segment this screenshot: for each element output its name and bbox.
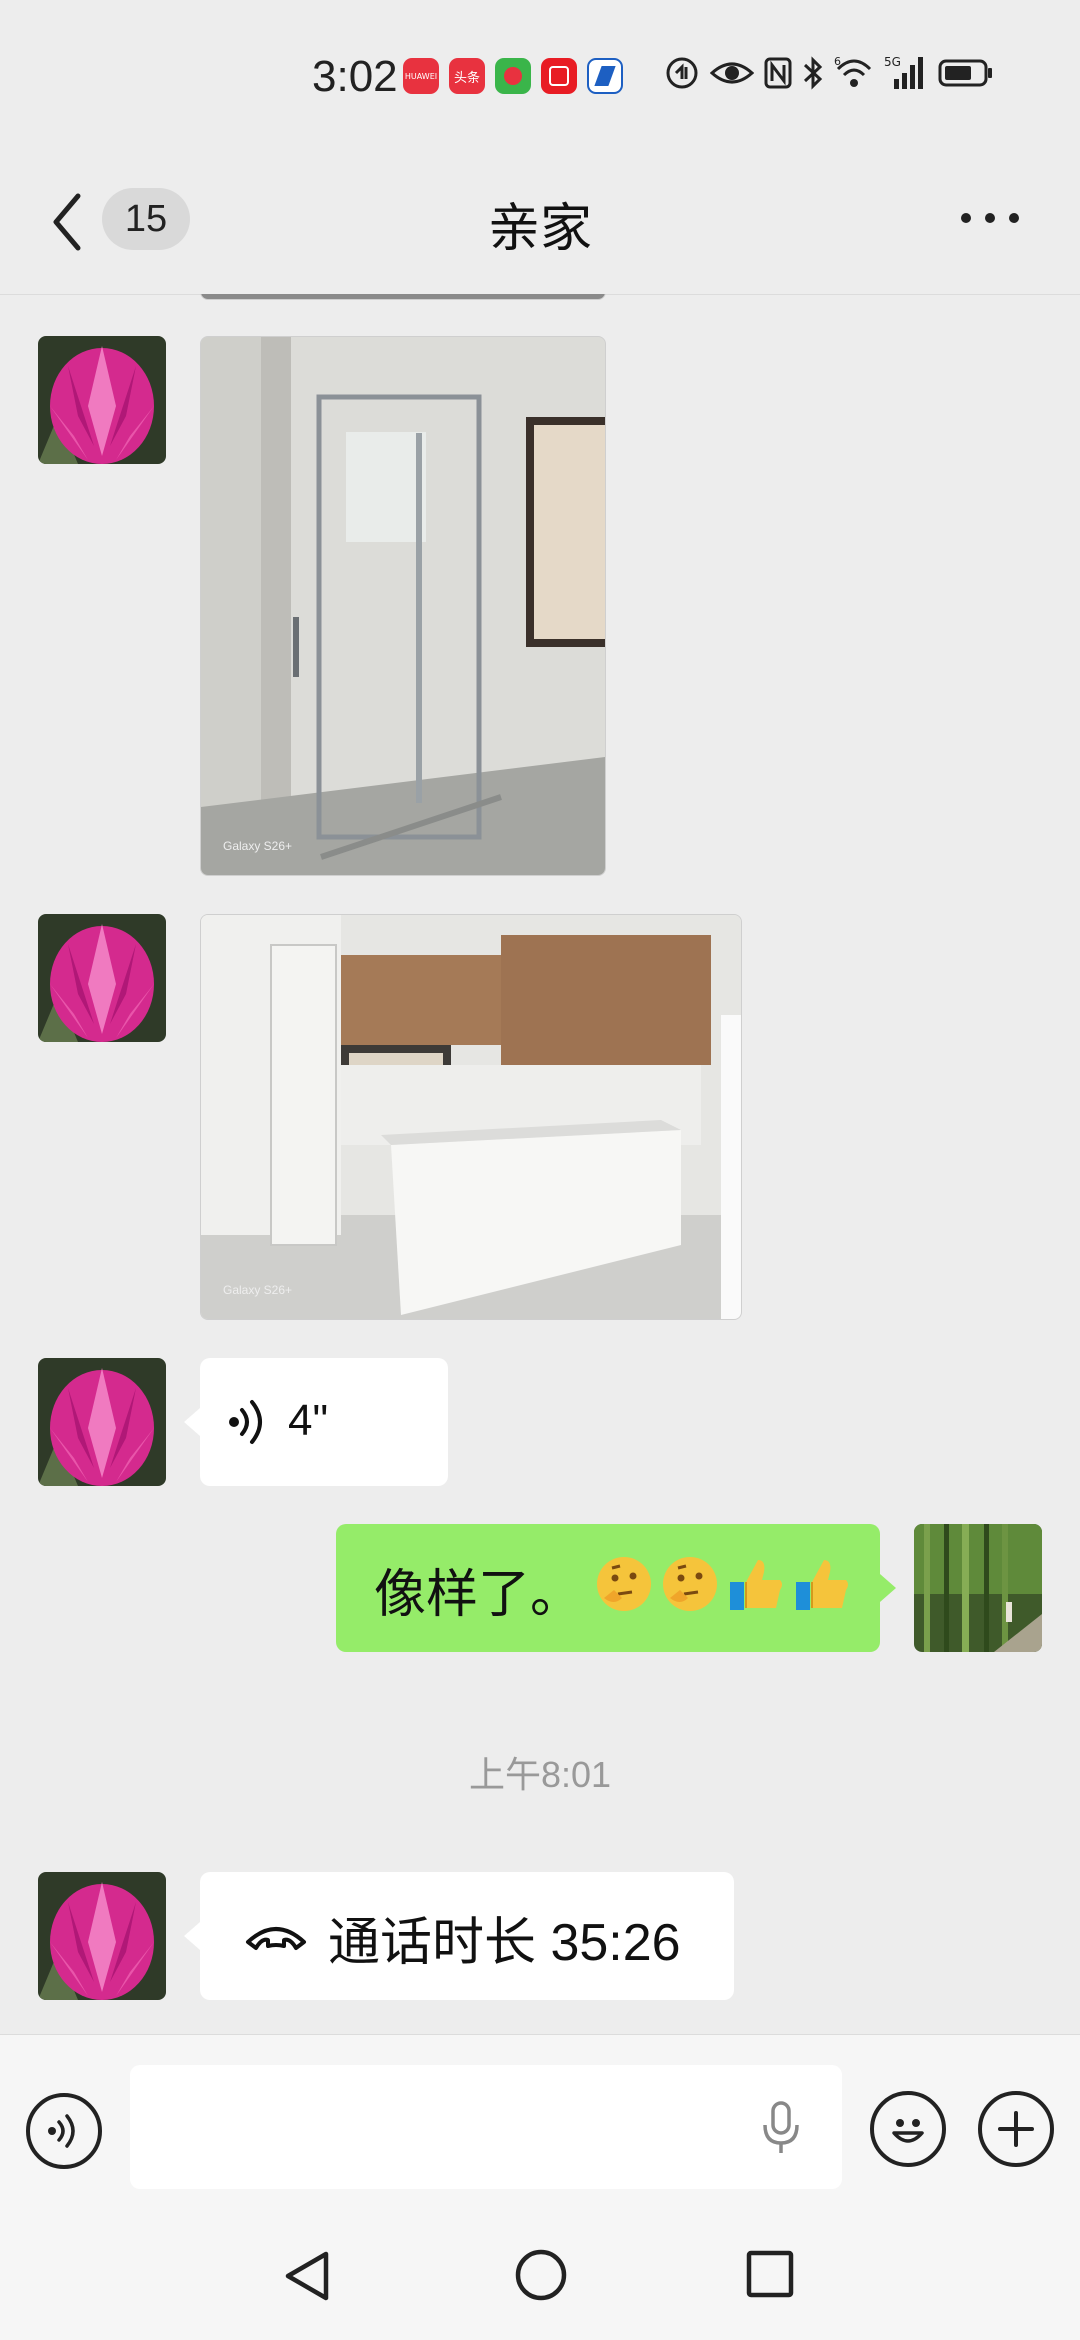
bluetooth-icon <box>803 56 823 90</box>
my-avatar[interactable] <box>914 1524 1042 1652</box>
svg-text:5G: 5G <box>884 55 901 69</box>
chat-header: 15 亲家 <box>0 150 1080 295</box>
toutiao-icon: 头条 <box>449 58 485 94</box>
battery-icon <box>938 59 992 87</box>
thumbs-up-icon <box>730 1560 782 1610</box>
bubble-tail <box>184 1408 200 1436</box>
voice-wave-icon <box>48 2114 75 2148</box>
kitchen-photo[interactable]: Galaxy S26+ <box>200 914 742 1320</box>
nfc-icon <box>764 57 792 89</box>
phone-hangup-icon <box>246 1927 306 1950</box>
app-green-icon <box>495 58 531 94</box>
data-saver-icon <box>666 57 698 89</box>
more-options-icon[interactable] <box>958 208 1022 228</box>
call-record-bubble[interactable]: 通话时长 35:26 <box>200 1872 734 2000</box>
message-input[interactable] <box>130 2065 842 2189</box>
message-text: 像样了。 <box>374 1566 583 1624</box>
input-bar <box>0 2034 1080 2215</box>
outgoing-message-bubble[interactable]: 像样了。 <box>336 1524 880 1652</box>
status-bar: 3:02 HUAWEI 头条 6 5G <box>0 0 1080 150</box>
contact-avatar[interactable] <box>38 1358 166 1486</box>
photo-watermark: Galaxy S26+ <box>223 839 293 853</box>
timestamp: 上午8:01 <box>468 1754 612 1795</box>
emoji-button[interactable] <box>870 2091 946 2167</box>
plus-icon <box>998 2111 1034 2147</box>
nav-recents-icon[interactable] <box>746 2250 794 2298</box>
smiley-icon <box>892 2119 924 2143</box>
thinking-face-icon <box>597 1557 651 1611</box>
cellular-signal-icon: 5G <box>884 55 923 89</box>
status-time: 3:02 <box>312 52 398 101</box>
wifi-icon: 6 <box>834 55 872 87</box>
voice-message-bubble[interactable]: 4" <box>200 1358 448 1486</box>
call-duration-text: 通话时长 35:26 <box>328 1914 681 1972</box>
voice-wave-icon <box>229 1400 262 1444</box>
shower-photo[interactable]: Galaxy S26+ <box>200 336 606 876</box>
contact-avatar[interactable] <box>38 914 166 1042</box>
status-app-icons: HUAWEI 头条 <box>403 58 623 94</box>
thinking-face-icon <box>663 1557 717 1611</box>
eye-comfort-icon <box>710 62 754 84</box>
nav-home-icon[interactable] <box>514 2248 568 2302</box>
huawei-store-icon: HUAWEI <box>403 58 439 94</box>
system-navigation-bar <box>0 2214 1080 2340</box>
thumbs-up-icon <box>796 1560 848 1610</box>
contact-avatar[interactable] <box>38 336 166 464</box>
photo-watermark: Galaxy S26+ <box>223 1283 293 1297</box>
emoji-group <box>594 1554 852 1614</box>
chat-messages[interactable]: Galaxy S26+ Galaxy S26+ 4" 像样了。 上午8:01 通… <box>0 294 1080 2034</box>
contact-avatar[interactable] <box>38 1872 166 2000</box>
svg-text:6: 6 <box>834 55 841 68</box>
app-blue-icon <box>587 58 623 94</box>
voice-duration: 4" <box>288 1396 329 1445</box>
previous-image-edge[interactable] <box>200 294 606 300</box>
more-functions-button[interactable] <box>978 2091 1054 2167</box>
voice-input-toggle-button[interactable] <box>26 2093 102 2169</box>
chat-title: 亲家 <box>487 200 592 258</box>
app-red-icon <box>541 58 577 94</box>
bubble-tail <box>880 1574 896 1602</box>
nav-back-icon[interactable] <box>282 2248 332 2304</box>
status-system-icons: 6 5G <box>664 55 994 91</box>
microphone-icon[interactable] <box>760 2101 802 2155</box>
bubble-tail <box>184 1922 200 1950</box>
